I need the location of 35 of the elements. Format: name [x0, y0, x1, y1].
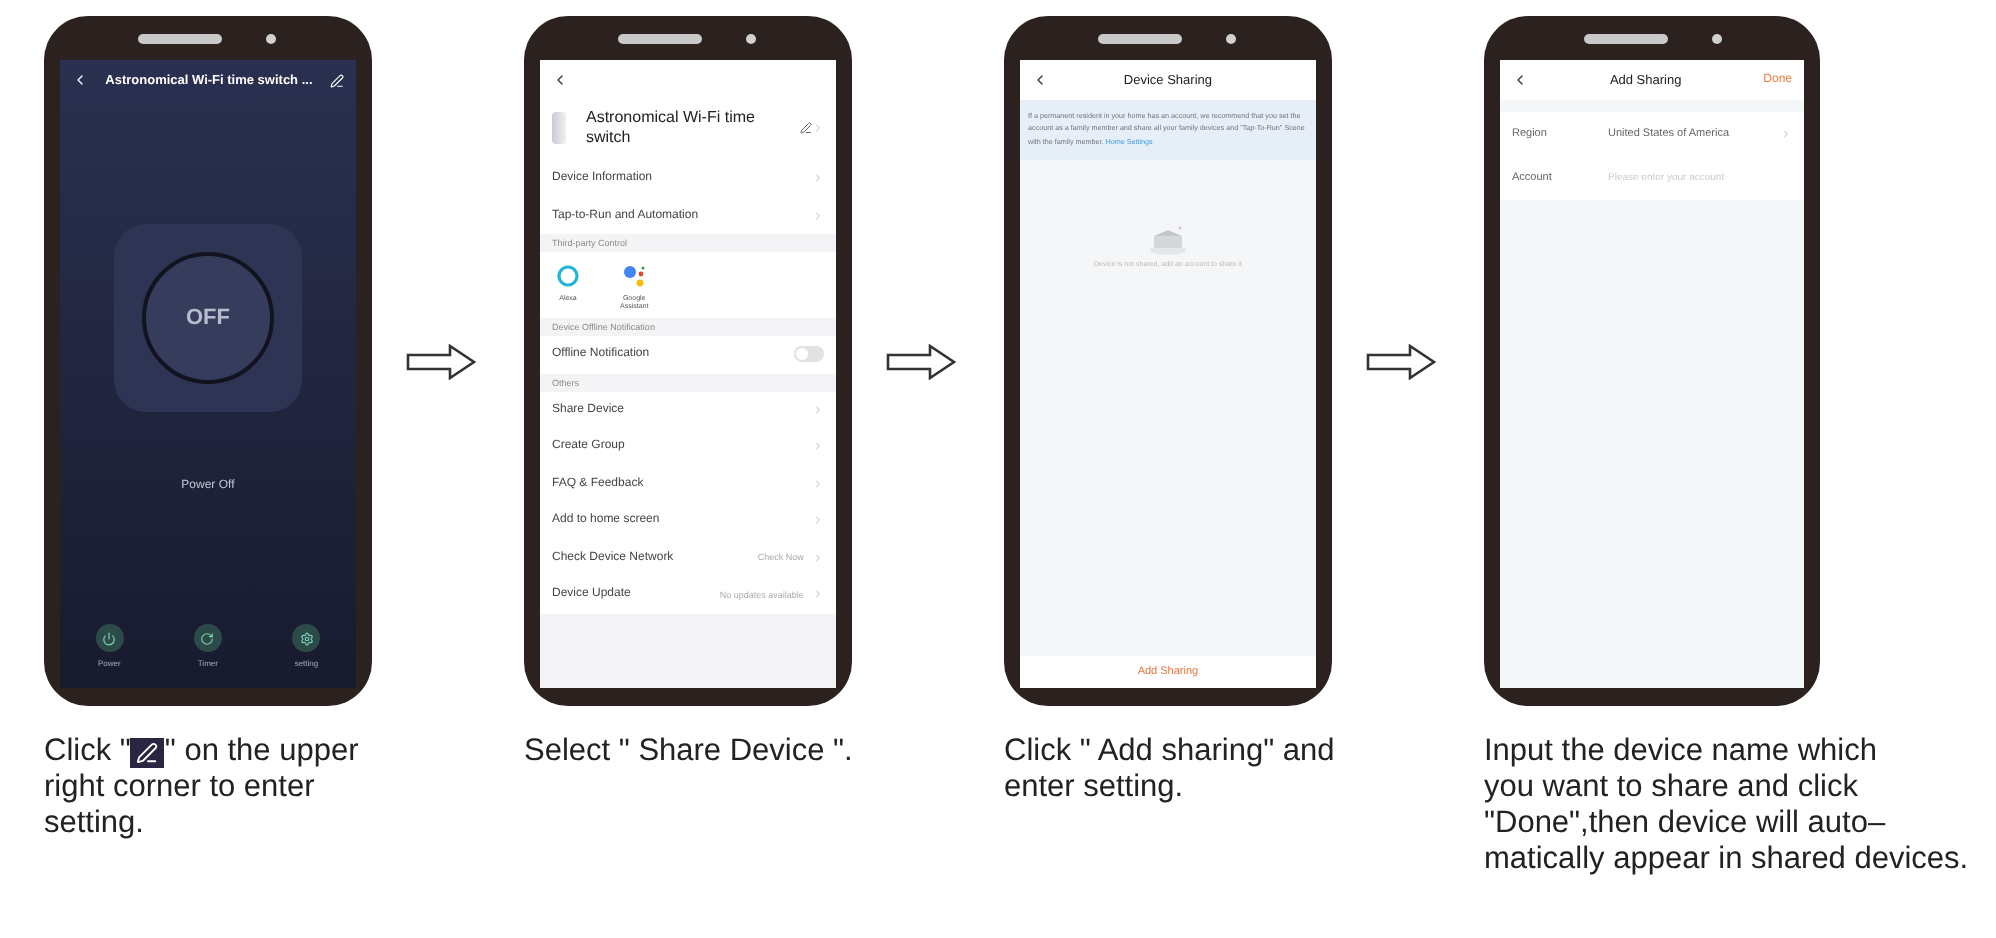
chevron-icon [811, 477, 824, 490]
ring-icon [556, 264, 580, 288]
timer-icon [200, 631, 215, 645]
back-icon[interactable] [552, 72, 568, 88]
arrow-icon [885, 343, 958, 379]
edit-icon [130, 737, 165, 767]
arrow-icon [1365, 343, 1438, 379]
device-image [552, 112, 566, 144]
arrow-icon [405, 343, 478, 379]
dots-icon [622, 264, 647, 288]
chevron-icon [811, 588, 824, 601]
chevron-icon [811, 440, 824, 453]
caption-text: Select " Share Device ". [524, 734, 855, 770]
caption-text: Click " [44, 734, 131, 770]
back-icon[interactable] [72, 72, 88, 88]
back-icon[interactable] [1032, 72, 1048, 88]
toggle-switch[interactable] [793, 346, 824, 363]
chevron-icon [1780, 128, 1792, 140]
edit-icon[interactable] [329, 73, 344, 87]
caption-text: Click " Add sharing" and enter setting. [1004, 734, 1337, 806]
device-name: Astronomical Wi-Fi time switch [586, 108, 757, 148]
edit-icon[interactable] [799, 122, 824, 134]
switch-toggle-button[interactable]: OFF [141, 252, 274, 384]
chevron-icon [811, 403, 824, 416]
caption-text: " on the upper [164, 734, 359, 770]
back-icon[interactable] [1512, 72, 1528, 88]
chevron-icon [811, 551, 824, 564]
power-icon [102, 631, 117, 645]
caption-text: right corner to enter setting. [44, 770, 317, 842]
chevron-icon [811, 514, 824, 527]
caption-text: Input the device name which you want to share and click "Done",then device will auto– matically appear in shared devices. [1484, 734, 1971, 878]
chevron-icon [811, 172, 824, 185]
empty-box-drawing [1145, 223, 1190, 256]
settings-icon [299, 631, 314, 645]
chevron-icon [811, 209, 824, 222]
